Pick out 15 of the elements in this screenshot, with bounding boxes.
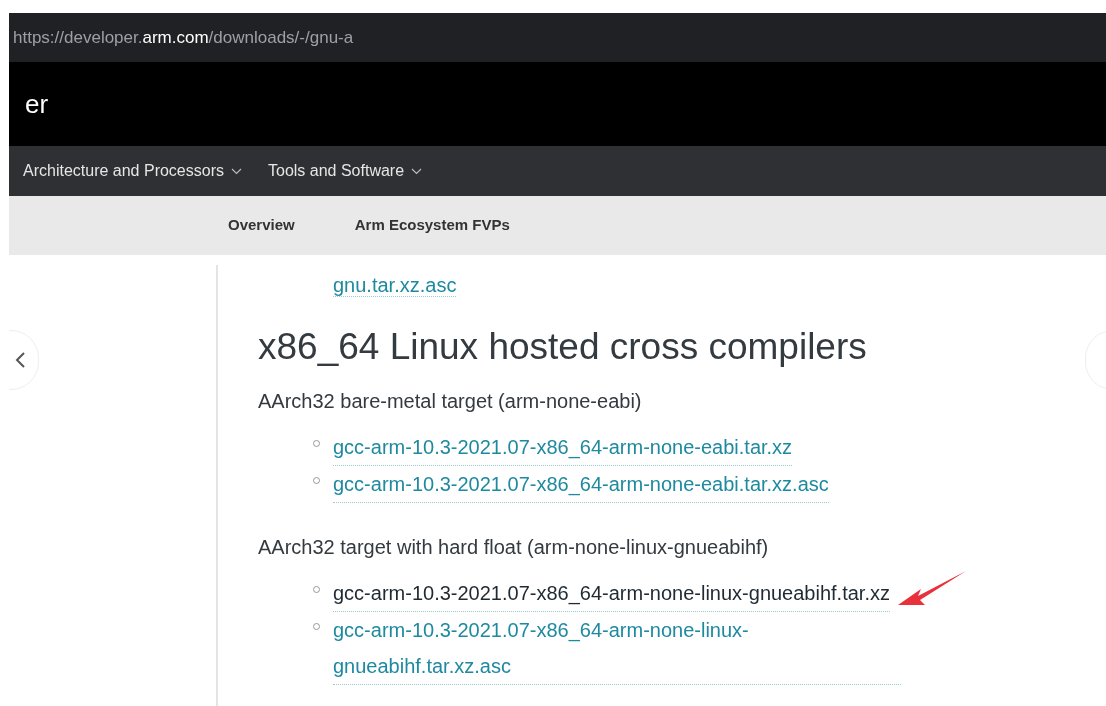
nav-menu[interactable]: Architecture and Processors: [23, 159, 242, 183]
chevron-left-icon: [14, 351, 26, 369]
download-link[interactable]: gnu.tar.xz.asc: [333, 274, 457, 297]
subnav-link[interactable]: Arm Ecosystem FVPs: [354, 214, 510, 237]
download-link[interactable]: gcc-arm-10.3-2021.07-x86_64-arm-none-eabi.tar.xz.asc: [333, 466, 829, 503]
subnav-link[interactable]: Overview: [228, 214, 295, 237]
target-label: AArch32 bare-metal target (arm-none-eabi): [258, 389, 642, 414]
nav-menu[interactable]: Tools and Software: [268, 159, 423, 183]
download-link[interactable]: gcc-arm-10.3-2021.07-x86_64-arm-none-eabi.tar.xz: [333, 429, 793, 466]
address-bar[interactable]: https://developer.arm.com/downloads/-/gnu-a: [9, 13, 1106, 62]
download-link[interactable]: gcc-arm-10.3-2021.07-x86_64-arm-none-linux-gnueabihf.tar.xz: [333, 575, 890, 612]
target-label: AArch32 target with hard float (arm-none-linux-gnueabihf): [258, 535, 769, 560]
site-title: er: [25, 87, 49, 121]
section-heading: x86_64 Linux hosted cross compilers: [258, 325, 867, 369]
download-link[interactable]: gcc-arm-10.3-2021.07-x86_64-arm-none-linux-gnueabihf.tar.xz.asc: [333, 612, 901, 685]
